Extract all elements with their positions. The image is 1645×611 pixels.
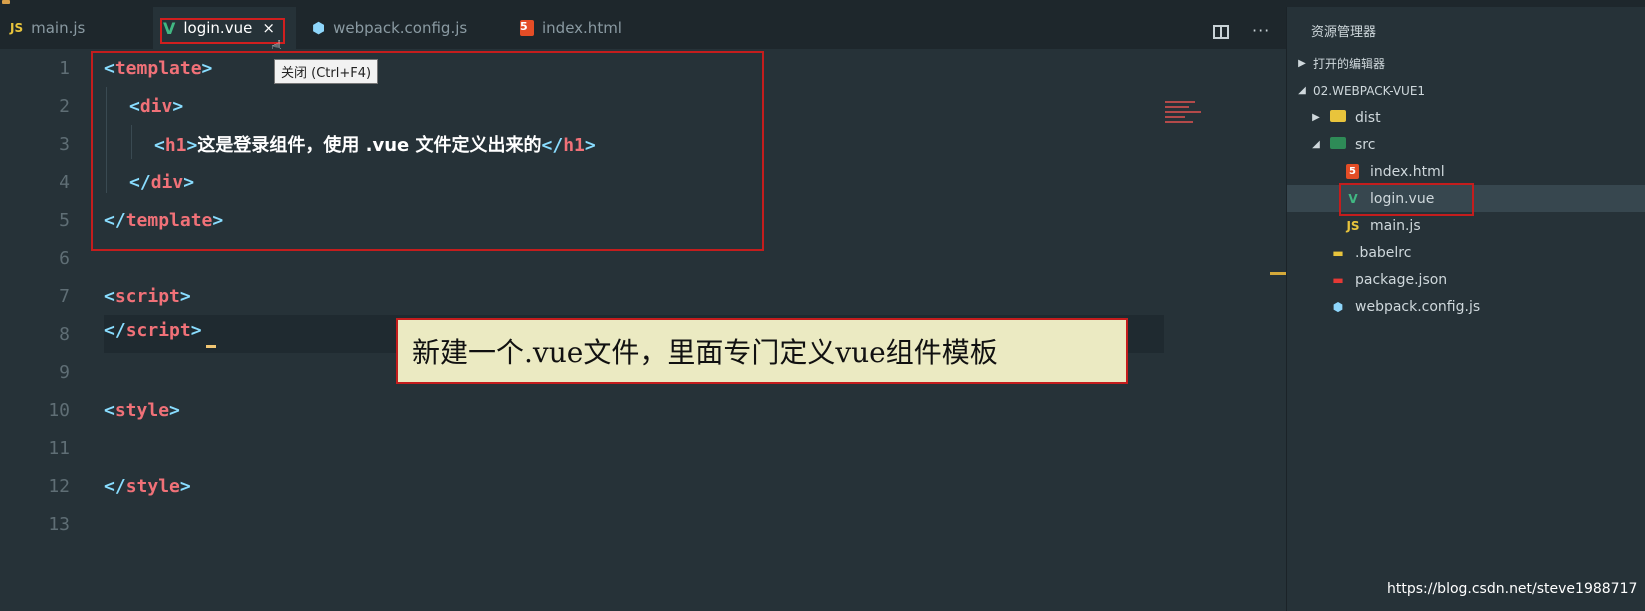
babel-icon: ▬: [1332, 245, 1344, 260]
editor-tab-bar: JS main.js V login.vue × ⬢ webpack.confi…: [0, 7, 1286, 58]
section-label: 02.WEBPACK-VUE1: [1313, 83, 1426, 98]
line-number: 1: [59, 57, 70, 79]
line-number: 4: [59, 171, 70, 193]
line-number: 5: [59, 209, 70, 231]
chevron-right-icon: ▶: [1312, 112, 1320, 123]
line-number: 2: [59, 95, 70, 117]
open-editors-section[interactable]: ▶ 打开的编辑器: [1287, 50, 1645, 77]
tab-label: webpack.config.js: [333, 19, 468, 37]
text-cursor: [205, 345, 216, 348]
explorer-panel: 资源管理器 ▶ 打开的编辑器 ◢ 02.WEBPACK-VUE1 ▶ dist …: [1286, 7, 1645, 611]
folder-icon: [1330, 137, 1346, 149]
code-line: 7 <script>: [0, 277, 1200, 315]
line-number: 3: [59, 133, 70, 155]
js-icon: JS: [1346, 218, 1360, 233]
js-icon: JS: [10, 21, 24, 35]
tree-item-label: .babelrc: [1355, 244, 1412, 261]
tree-item-label: webpack.config.js: [1355, 298, 1481, 315]
line-number: 11: [48, 437, 70, 459]
title-strip: [0, 0, 1645, 7]
webpack-icon: ⬢: [1332, 299, 1344, 314]
tree-item-label: main.js: [1370, 217, 1421, 234]
code-line: 12 </style>: [0, 467, 1200, 505]
annotation-callout: 新建一个.vue文件，里面专门定义vue组件模板: [396, 318, 1128, 384]
tab-index-html[interactable]: 5 index.html: [506, 7, 654, 49]
tree-item-package-json[interactable]: ▬ package.json: [1287, 266, 1645, 293]
more-actions-icon[interactable]: ···: [1252, 21, 1270, 40]
tree-item-webpack-config[interactable]: ⬢ webpack.config.js: [1287, 293, 1645, 320]
file-highlight-box: [1339, 183, 1474, 216]
close-tooltip: 关闭 (Ctrl+F4): [274, 59, 379, 84]
tab-label: index.html: [542, 19, 622, 37]
minimap[interactable]: [1165, 101, 1207, 131]
code-text: <style>: [104, 399, 180, 421]
section-label: 打开的编辑器: [1313, 57, 1386, 71]
line-number: 7: [59, 285, 70, 307]
tab-webpack-config[interactable]: ⬢ webpack.config.js: [296, 7, 506, 49]
watermark-url: https://blog.csdn.net/steve1988717: [1387, 581, 1638, 597]
line-number: 10: [48, 399, 70, 421]
project-section[interactable]: ◢ 02.WEBPACK-VUE1: [1287, 77, 1645, 104]
line-number: 9: [59, 361, 70, 383]
tree-item-label: index.html: [1370, 163, 1445, 180]
line-number: 13: [48, 513, 70, 535]
tree-item-label: package.json: [1355, 271, 1448, 288]
tree-item-label: src: [1355, 136, 1376, 153]
code-line: 11: [0, 429, 1200, 467]
app-mark: [2, 0, 10, 4]
tab-main-js[interactable]: JS main.js: [0, 7, 153, 49]
npm-icon: ▬: [1332, 272, 1344, 287]
code-line: 13: [0, 505, 1200, 543]
explorer-title: 资源管理器: [1311, 25, 1377, 40]
split-editor-icon[interactable]: [1213, 25, 1229, 39]
code-text: <script>: [104, 285, 191, 307]
tree-item-src[interactable]: ◢ src: [1287, 131, 1645, 158]
tree-item-dist[interactable]: ▶ dist: [1287, 104, 1645, 131]
code-text: </script>: [104, 320, 216, 348]
code-line: 10 <style>: [0, 391, 1200, 429]
tab-highlight-box: [160, 18, 285, 44]
html5-icon: 5: [520, 20, 534, 36]
tree-item-main-js[interactable]: JS main.js: [1287, 212, 1645, 239]
folder-icon: [1330, 110, 1346, 122]
tree-item-index-html[interactable]: 5 index.html: [1287, 158, 1645, 185]
tree-item-babelrc[interactable]: ▬ .babelrc: [1287, 239, 1645, 266]
tree-item-label: dist: [1355, 109, 1381, 126]
chevron-down-icon: ◢: [1298, 85, 1306, 96]
webpack-icon: ⬢: [312, 19, 326, 37]
line-number: 6: [59, 247, 70, 269]
line-number: 8: [59, 323, 70, 345]
line-number: 12: [48, 475, 70, 497]
chevron-down-icon: ◢: [1312, 139, 1320, 150]
chevron-right-icon: ▶: [1298, 58, 1306, 69]
code-text: </style>: [104, 475, 191, 497]
template-highlight-box: [91, 51, 764, 251]
html5-icon: 5: [1346, 164, 1359, 179]
scrollbar-marker: [1270, 272, 1286, 275]
tab-label: main.js: [31, 19, 86, 37]
